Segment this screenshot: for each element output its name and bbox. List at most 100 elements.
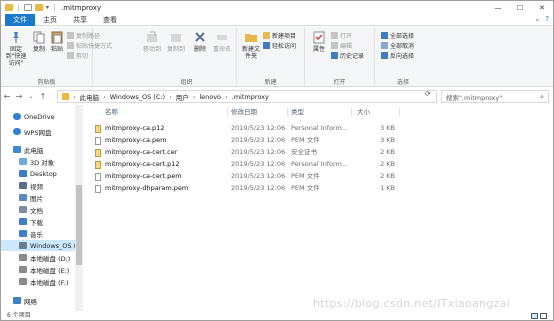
breadcrumb-this-pc[interactable]: 此电脑 xyxy=(80,92,100,102)
large-icons-view-icon[interactable] xyxy=(540,313,547,319)
new-folder-button[interactable]: 新建文件夹 xyxy=(241,30,261,60)
copy-button[interactable]: 复制 xyxy=(31,30,47,53)
file-row[interactable]: mitmproxy-ca.pem 2019/5/23 12:06 PEM 文件 … xyxy=(93,135,403,146)
file-size: 1 KB xyxy=(380,184,395,192)
organize-group: 移动到 复制到 删除 重命名 组织 xyxy=(137,27,237,87)
delete-button[interactable]: 删除 xyxy=(191,30,209,53)
move-to-button[interactable]: 移动到 xyxy=(141,30,163,53)
nav-item-c-drive[interactable]: Windows_OS (C xyxy=(1,240,75,251)
history-button[interactable]: 历史记录 xyxy=(331,51,364,60)
cloud-icon xyxy=(13,113,21,120)
edit-label: 编辑 xyxy=(340,43,353,50)
paste-shortcut-label: 粘贴快捷方式 xyxy=(76,43,113,50)
file-row[interactable]: mitmproxy-ca-cert.cer 2019/5/23 12:06 安全… xyxy=(93,147,403,158)
rename-button[interactable]: 重命名 xyxy=(211,30,233,53)
nav-item-downloads[interactable]: 下载 xyxy=(1,216,75,227)
nav-scroll-thumb[interactable] xyxy=(76,185,82,265)
document-icon xyxy=(19,206,27,213)
column-header-date[interactable]: 修改日期 xyxy=(231,106,257,118)
open-group-label: 打开 xyxy=(333,79,346,86)
nav-item-label: 网络 xyxy=(24,297,37,306)
new-item-button[interactable]: 新建项目 xyxy=(263,31,296,40)
tab-file[interactable]: 文件 xyxy=(5,13,35,26)
column-header-name[interactable]: 名称 xyxy=(105,106,118,118)
column-divider[interactable] xyxy=(351,107,352,117)
select-all-button[interactable]: 全部选择 xyxy=(381,31,414,40)
nav-item-this-pc[interactable]: 此电脑 xyxy=(1,144,75,155)
breadcrumb-mitmproxy[interactable]: .mitmproxy xyxy=(232,93,269,101)
file-row[interactable]: mitmproxy-ca.p12 2019/5/23 12:06 Persona… xyxy=(93,123,403,134)
new-folder-quick-icon[interactable] xyxy=(35,4,43,11)
column-header-type[interactable]: 类型 xyxy=(291,106,304,118)
drive-icon xyxy=(19,278,27,285)
easy-access-button[interactable]: 轻松访问 xyxy=(263,41,296,50)
cut-button[interactable]: 剪切 xyxy=(67,51,88,60)
nav-item-documents[interactable]: 文档 xyxy=(1,204,75,215)
nav-item-desktop[interactable]: Desktop xyxy=(1,168,75,179)
tab-home[interactable]: 主页 xyxy=(35,14,65,26)
address-bar[interactable]: › 此电脑 › Windows_OS (C:) › 用户 › lenovo › … xyxy=(57,90,437,103)
help-icon[interactable]: ? xyxy=(545,15,549,23)
copy-path-button[interactable]: 复制路径 xyxy=(67,31,100,40)
pin-quick-access-button[interactable]: 固定到"快速访问" xyxy=(4,30,28,67)
up-arrow-icon[interactable]: ↑ xyxy=(37,92,49,101)
nav-item-e-drive[interactable]: 本地磁盘 (E:) xyxy=(1,264,75,275)
chevron-down-icon[interactable]: ⌄ xyxy=(534,15,540,23)
back-arrow-icon[interactable]: ← xyxy=(1,92,13,101)
copy-to-icon xyxy=(171,34,181,42)
properties-button[interactable]: 属性 xyxy=(311,30,327,53)
file-row[interactable]: mitmproxy-ca-cert.p12 2019/5/23 12:06 Pe… xyxy=(93,159,403,170)
tab-view[interactable]: 查看 xyxy=(95,14,125,26)
tab-share[interactable]: 共享 xyxy=(65,14,95,26)
nav-item-onedrive[interactable]: OneDrive xyxy=(1,111,75,122)
breadcrumb-lenovo[interactable]: lenovo xyxy=(199,93,221,101)
delete-label: 删除 xyxy=(193,46,206,53)
select-none-button[interactable]: 全部取消 xyxy=(381,41,414,50)
forward-arrow-icon[interactable]: → xyxy=(13,92,25,101)
nav-item-network[interactable]: 网络 xyxy=(1,295,75,306)
file-row[interactable]: mitmproxy-dhparam.pem 2019/5/23 12:06 PE… xyxy=(93,183,403,194)
item-count: 6 个项目 xyxy=(7,312,31,319)
breadcrumb-users[interactable]: 用户 xyxy=(176,92,189,102)
file-icon xyxy=(95,185,101,193)
copy-to-button[interactable]: 复制到 xyxy=(165,30,187,53)
nav-item-f-drive[interactable]: 本地磁盘 (F:) xyxy=(1,276,75,287)
minimize-button[interactable]: — xyxy=(487,1,509,14)
search-input[interactable]: 搜索".mitmproxy" ⌕ xyxy=(441,90,549,103)
column-header-size[interactable]: 大小 xyxy=(357,106,370,118)
nav-item-3d-objects[interactable]: 3D 对象 xyxy=(1,156,75,167)
nav-item-wps[interactable]: WPS网盘 xyxy=(1,126,75,137)
open-button[interactable]: 打开 xyxy=(331,31,352,40)
edit-button[interactable]: 编辑 xyxy=(331,41,352,50)
column-divider[interactable] xyxy=(287,107,288,117)
pin-icon xyxy=(13,32,19,43)
invert-selection-button[interactable]: 反向选择 xyxy=(381,51,414,60)
drive-icon xyxy=(19,266,27,273)
new-group: 新建文件夹 新建项目 轻松访问 新建 xyxy=(237,27,305,87)
column-divider[interactable] xyxy=(227,107,228,117)
column-divider[interactable] xyxy=(399,107,400,117)
nav-scrollbar[interactable] xyxy=(75,105,83,311)
paste-button[interactable]: 粘贴 xyxy=(49,30,65,53)
quick-access-dropdown-icon[interactable]: ▾ xyxy=(46,4,49,11)
recent-dropdown-icon[interactable]: ⌄ xyxy=(25,93,37,100)
details-view-icon[interactable] xyxy=(531,313,538,319)
status-bar: 6 个项目 xyxy=(1,311,553,321)
file-row[interactable]: mitmproxy-ca-cert.pem 2019/5/23 12:06 PE… xyxy=(93,171,403,182)
breadcrumb-c-drive[interactable]: Windows_OS (C:) xyxy=(110,93,165,101)
chevron-right-icon: › xyxy=(103,92,106,101)
close-button[interactable]: ✕ xyxy=(531,1,553,14)
file-type: PEM 文件 xyxy=(291,172,320,180)
nav-item-d-drive[interactable]: 本地磁盘 (D:) xyxy=(1,252,75,263)
properties-quick-icon[interactable] xyxy=(24,4,32,11)
window-title: .mitmproxy xyxy=(61,3,102,12)
file-date: 2019/5/23 12:06 xyxy=(231,124,286,132)
refresh-icon[interactable]: ⟳ xyxy=(425,90,431,98)
nav-item-pictures[interactable]: 图片 xyxy=(1,192,75,203)
nav-item-videos[interactable]: 视频 xyxy=(1,180,75,191)
paste-shortcut-button[interactable]: 粘贴快捷方式 xyxy=(67,41,112,50)
maximize-button[interactable]: ☐ xyxy=(509,1,531,14)
nav-item-music[interactable]: 音乐 xyxy=(1,228,75,239)
file-date: 2019/5/23 12:06 xyxy=(231,172,286,180)
select-none-label: 全部取消 xyxy=(390,43,415,50)
